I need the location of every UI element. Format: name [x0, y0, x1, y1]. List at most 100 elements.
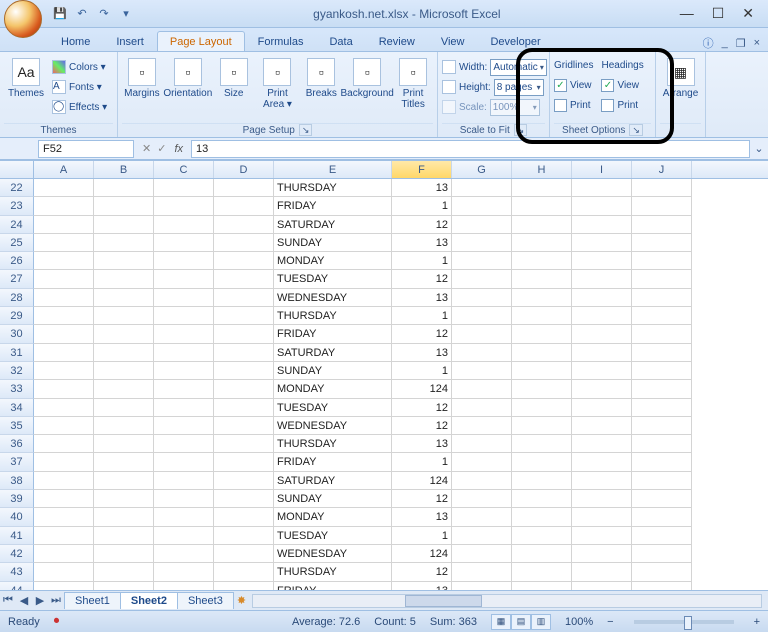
row-header[interactable]: 37 — [0, 453, 34, 471]
row-header[interactable]: 36 — [0, 435, 34, 453]
zoom-level[interactable]: 100% — [565, 616, 593, 628]
cell[interactable] — [34, 563, 94, 581]
cell[interactable] — [34, 508, 94, 526]
cell[interactable] — [572, 563, 632, 581]
cell[interactable] — [632, 582, 692, 590]
cell[interactable] — [512, 197, 572, 215]
cell[interactable] — [452, 344, 512, 362]
cell[interactable] — [214, 527, 274, 545]
cell[interactable] — [572, 399, 632, 417]
cell[interactable] — [154, 527, 214, 545]
cell[interactable] — [632, 270, 692, 288]
cell[interactable] — [94, 527, 154, 545]
cell[interactable] — [94, 563, 154, 581]
cell[interactable] — [572, 325, 632, 343]
cell[interactable]: 13 — [392, 582, 452, 590]
cell[interactable] — [94, 344, 154, 362]
theme-fonts[interactable]: AFonts ▾ — [52, 78, 107, 96]
column-header[interactable]: I — [572, 161, 632, 178]
page-layout-view-icon[interactable]: ▤ — [511, 614, 531, 630]
cell[interactable] — [94, 234, 154, 252]
close-button[interactable]: ✕ — [742, 5, 754, 22]
enter-icon[interactable]: ✓ — [157, 142, 166, 155]
cell[interactable] — [34, 545, 94, 563]
arrange-button[interactable]: ▦Arrange — [660, 54, 701, 99]
cell[interactable]: FRIDAY — [274, 582, 392, 590]
row-header[interactable]: 34 — [0, 399, 34, 417]
cell[interactable] — [154, 435, 214, 453]
cell[interactable]: WEDNESDAY — [274, 289, 392, 307]
cell[interactable]: 12 — [392, 216, 452, 234]
cell[interactable] — [572, 289, 632, 307]
row-header[interactable]: 22 — [0, 179, 34, 197]
cell[interactable]: 124 — [392, 545, 452, 563]
cancel-icon[interactable]: ✕ — [142, 142, 151, 155]
cell[interactable] — [512, 527, 572, 545]
cell[interactable] — [214, 179, 274, 197]
cell[interactable]: SUNDAY — [274, 362, 392, 380]
cell[interactable] — [452, 545, 512, 563]
cell[interactable] — [154, 545, 214, 563]
column-header[interactable]: A — [34, 161, 94, 178]
height-combo[interactable]: 8 pages — [494, 79, 544, 96]
cell[interactable]: TUESDAY — [274, 527, 392, 545]
cell[interactable] — [94, 216, 154, 234]
cell[interactable]: 12 — [392, 417, 452, 435]
column-header[interactable]: G — [452, 161, 512, 178]
themes-button[interactable]: Aa Themes — [4, 54, 48, 99]
cell[interactable] — [214, 307, 274, 325]
cell[interactable] — [34, 453, 94, 471]
sheet-tab[interactable]: Sheet2 — [120, 592, 178, 609]
close-workbook-icon[interactable]: × — [754, 37, 760, 49]
cell[interactable] — [512, 399, 572, 417]
qat-more-icon[interactable]: ▾ — [118, 6, 134, 22]
cell[interactable]: SUNDAY — [274, 490, 392, 508]
cell[interactable] — [572, 380, 632, 398]
printtitles-button[interactable]: ▫PrintTitles — [393, 54, 433, 110]
cell[interactable] — [34, 582, 94, 590]
cell[interactable] — [214, 417, 274, 435]
cell[interactable] — [34, 325, 94, 343]
cell[interactable] — [214, 234, 274, 252]
cell[interactable]: SATURDAY — [274, 472, 392, 490]
row-header[interactable]: 29 — [0, 307, 34, 325]
cell[interactable] — [512, 453, 572, 471]
cell[interactable] — [512, 508, 572, 526]
cell[interactable] — [632, 563, 692, 581]
cell[interactable] — [632, 453, 692, 471]
column-header[interactable]: F — [392, 161, 452, 178]
cell[interactable] — [154, 344, 214, 362]
cell[interactable] — [452, 472, 512, 490]
cell[interactable] — [214, 197, 274, 215]
cell[interactable] — [452, 380, 512, 398]
cell[interactable] — [214, 472, 274, 490]
gridlines-print-check[interactable] — [554, 99, 567, 112]
cell[interactable]: 13 — [392, 508, 452, 526]
restore-window-icon[interactable]: ❐ — [736, 37, 746, 50]
cell[interactable] — [512, 289, 572, 307]
scale-combo[interactable]: 100% — [490, 99, 540, 116]
cell[interactable] — [94, 289, 154, 307]
cell[interactable] — [452, 362, 512, 380]
row-header[interactable]: 40 — [0, 508, 34, 526]
cell[interactable]: 1 — [392, 197, 452, 215]
redo-icon[interactable]: ↷ — [96, 6, 112, 22]
cell[interactable] — [34, 216, 94, 234]
cell[interactable] — [34, 197, 94, 215]
cell[interactable] — [452, 582, 512, 590]
row-header[interactable]: 23 — [0, 197, 34, 215]
cell[interactable] — [94, 252, 154, 270]
cell[interactable] — [632, 216, 692, 234]
cell[interactable] — [214, 344, 274, 362]
cell[interactable] — [154, 270, 214, 288]
cell[interactable] — [572, 179, 632, 197]
cell[interactable] — [154, 216, 214, 234]
cell[interactable] — [154, 362, 214, 380]
cell[interactable]: 12 — [392, 270, 452, 288]
page-setup-launcher[interactable]: ↘ — [299, 124, 313, 136]
cell[interactable] — [34, 490, 94, 508]
next-sheet-icon[interactable]: ▶ — [32, 594, 48, 607]
cell[interactable] — [572, 252, 632, 270]
cell[interactable] — [214, 582, 274, 590]
macro-record-icon[interactable]: ⏺ — [54, 615, 60, 628]
